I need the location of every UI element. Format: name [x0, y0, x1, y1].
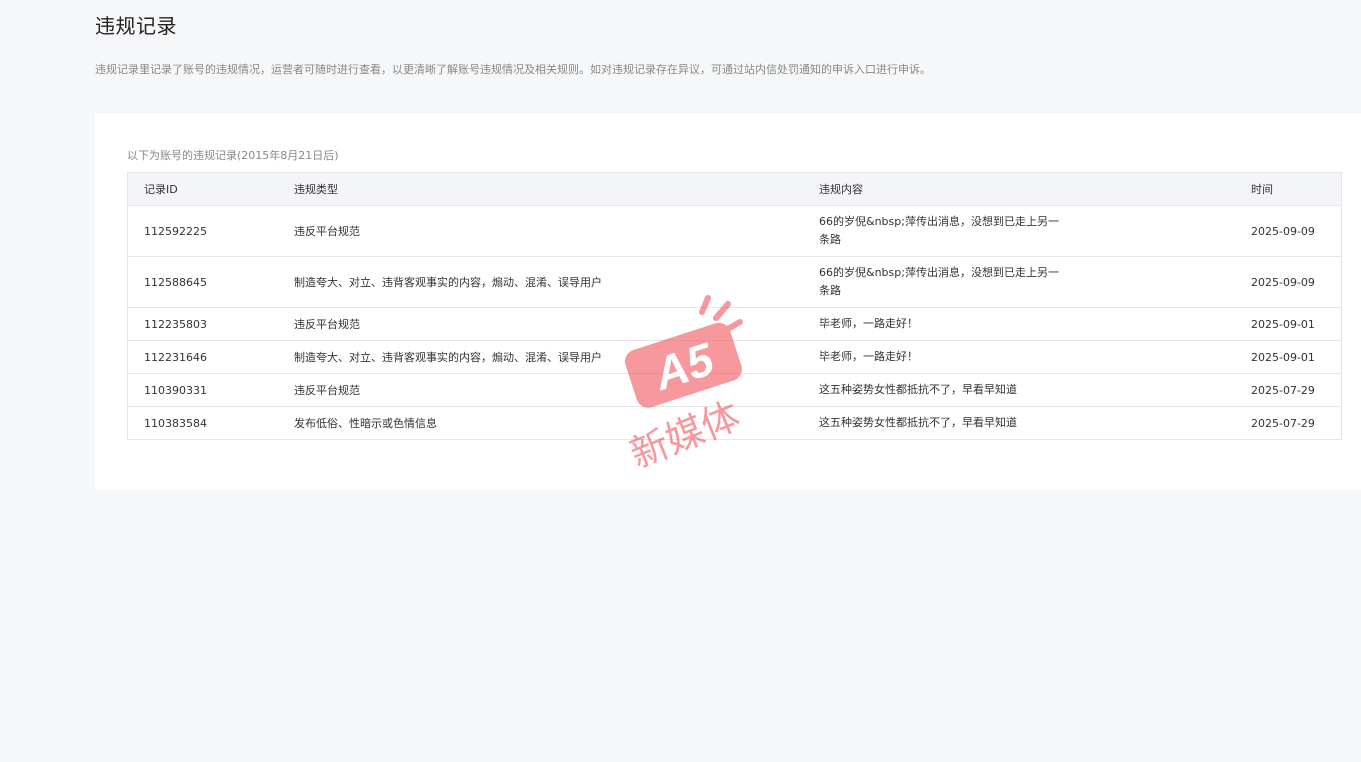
record-content: 这五种姿势女性都抵抗不了，早看早知道	[819, 416, 1017, 429]
table-row: 110390331 违反平台规范 这五种姿势女性都抵抗不了，早看早知道 2025…	[127, 373, 1342, 407]
record-id: 110390331	[127, 373, 278, 407]
records-caption: 以下为账号的违规记录(2015年8月21日后)	[127, 149, 339, 162]
table-row: 112592225 违反平台规范 66的岁倪&nbsp;萍传出消息，没想到已走上…	[127, 205, 1342, 257]
table-row: 112235803 违反平台规范 毕老师，一路走好！ 2025-09-01	[127, 307, 1342, 341]
column-header-type: 违规类型	[278, 172, 803, 206]
record-time: 2025-09-01	[1235, 340, 1342, 374]
record-content-cell: 这五种姿势女性都抵抗不了，早看早知道	[803, 373, 1235, 407]
table-row: 112588645 制造夸大、对立、违背客观事实的内容，煽动、混淆、误导用户 6…	[127, 256, 1342, 308]
record-time: 2025-07-29	[1235, 373, 1342, 407]
column-header-id: 记录ID	[127, 172, 278, 206]
page-description: 违规记录里记录了账号的违规情况，运营者可随时进行查看，以更清晰了解账号违规情况及…	[95, 63, 931, 76]
record-time: 2025-07-29	[1235, 406, 1342, 440]
record-type: 违反平台规范	[278, 373, 803, 407]
table-row: 110383584 发布低俗、性暗示或色情信息 这五种姿势女性都抵抗不了，早看早…	[127, 406, 1342, 440]
record-content-cell: 66的岁倪&nbsp;萍传出消息，没想到已走上另一条路	[803, 256, 1235, 308]
page-title: 违规记录	[95, 14, 177, 38]
table-row: 112231646 制造夸大、对立、违背客观事实的内容，煽动、混淆、误导用户 毕…	[127, 340, 1342, 374]
record-content: 66的岁倪&nbsp;萍传出消息，没想到已走上另一条路	[819, 266, 1059, 297]
record-type: 违反平台规范	[278, 205, 803, 257]
record-time: 2025-09-09	[1235, 205, 1342, 257]
record-id: 112231646	[127, 340, 278, 374]
record-id: 112592225	[127, 205, 278, 257]
record-type: 发布低俗、性暗示或色情信息	[278, 406, 803, 440]
record-type: 违反平台规范	[278, 307, 803, 341]
record-id: 110383584	[127, 406, 278, 440]
record-content: 毕老师，一路走好！	[819, 317, 918, 330]
record-type: 制造夸大、对立、违背客观事实的内容，煽动、混淆、误导用户	[278, 256, 803, 308]
record-content-cell: 毕老师，一路走好！	[803, 340, 1235, 374]
record-type: 制造夸大、对立、违背客观事实的内容，煽动、混淆、误导用户	[278, 340, 803, 374]
records-card: 以下为账号的违规记录(2015年8月21日后) 记录ID 违规类型 违规内容 时…	[95, 114, 1361, 490]
record-content-cell: 毕老师，一路走好！	[803, 307, 1235, 341]
table-header-row: 记录ID 违规类型 违规内容 时间	[127, 172, 1342, 206]
record-id: 112235803	[127, 307, 278, 341]
record-content-cell: 这五种姿势女性都抵抗不了，早看早知道	[803, 406, 1235, 440]
record-content: 毕老师，一路走好！	[819, 350, 918, 363]
column-header-content: 违规内容	[803, 172, 1235, 206]
violation-records-table: 记录ID 违规类型 违规内容 时间 112592225 违反平台规范 66的岁倪…	[127, 172, 1342, 440]
record-time: 2025-09-09	[1235, 256, 1342, 308]
record-id: 112588645	[127, 256, 278, 308]
record-content: 66的岁倪&nbsp;萍传出消息，没想到已走上另一条路	[819, 215, 1059, 246]
column-header-time: 时间	[1235, 172, 1342, 206]
record-content-cell: 66的岁倪&nbsp;萍传出消息，没想到已走上另一条路	[803, 205, 1235, 257]
record-time: 2025-09-01	[1235, 307, 1342, 341]
record-content: 这五种姿势女性都抵抗不了，早看早知道	[819, 383, 1017, 396]
